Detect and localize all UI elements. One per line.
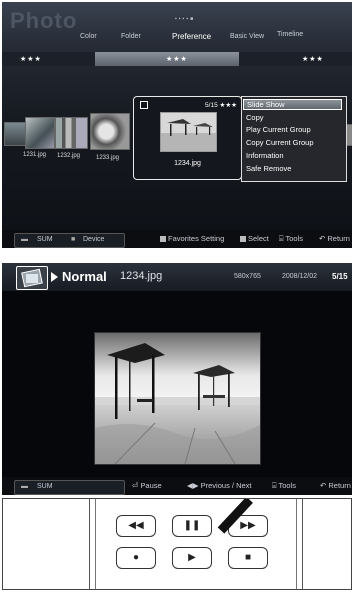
thumbnail-image[interactable] xyxy=(25,117,55,149)
sum-device-selector[interactable]: ▬ SUM ■ Device xyxy=(14,233,125,248)
tools-icon: ⌸ xyxy=(272,481,277,490)
rating-right: ★★★ xyxy=(302,56,324,63)
tab-preference[interactable]: Preference xyxy=(172,32,211,41)
rating-bar: ★★★ ★★★ ★★★ xyxy=(2,52,352,66)
play-icon: ▶ xyxy=(188,552,196,563)
slideshow-bottom-bar: ▬ SUM ⏎ Pause ◀▶ Previous / Next ⌸ Tools… xyxy=(2,477,352,495)
prevnext-hint[interactable]: ◀▶ Previous / Next xyxy=(187,481,252,490)
return-hint[interactable]: ↶ Return xyxy=(319,234,350,243)
tab-folder[interactable]: Folder xyxy=(121,33,141,40)
menu-item-copy-current-group[interactable]: Copy Current Group xyxy=(246,138,314,147)
device-label: Device xyxy=(83,236,105,243)
sum-icon: ▬ xyxy=(21,483,28,490)
menu-item-safe-remove[interactable]: Safe Remove xyxy=(246,164,291,173)
remote-body-inner xyxy=(95,499,297,589)
remote-illustration: ◀◀ ❚❚ ▶▶ ● ▶ ■ xyxy=(2,498,352,590)
app-title: Photo xyxy=(10,8,78,33)
thumbnail-image[interactable] xyxy=(55,117,88,149)
image-counter: 5/15 xyxy=(332,272,348,281)
return-hint[interactable]: ↶ Return xyxy=(320,481,351,490)
select-checkbox[interactable] xyxy=(140,101,148,109)
displayed-photo xyxy=(94,332,261,465)
device-icon: ■ xyxy=(71,236,76,243)
menu-item-information[interactable]: Information xyxy=(246,151,284,160)
record-button[interactable]: ● xyxy=(116,547,156,569)
thumbnail-label: 1233.jpg xyxy=(96,155,120,161)
tools-icon: ⌸ xyxy=(279,234,284,243)
rating-mid: ★★★ xyxy=(166,56,188,63)
menu-item-slide-show[interactable]: Slide Show xyxy=(243,99,342,110)
slideshow-header: Normal 1234.jpg 580x765 2008/12/02 5/15 xyxy=(2,263,352,291)
favorites-hint[interactable]: Favorites Setting xyxy=(160,234,224,243)
tools-hint[interactable]: ⌸ Tools xyxy=(279,234,303,244)
tools-menu: Slide Show Copy Play Current Group Copy … xyxy=(241,96,347,182)
pause-button-icon: ⏎ xyxy=(132,481,139,490)
item-counter: 5/15 ★★★ xyxy=(205,102,237,109)
yellow-button-icon xyxy=(240,236,246,242)
pause-icon: ❚❚ xyxy=(183,520,201,531)
rewind-button[interactable]: ◀◀ xyxy=(116,515,156,537)
image-date: 2008/12/02 xyxy=(282,273,318,280)
left-right-arrows-icon: ◀▶ xyxy=(187,481,199,490)
selected-filename: 1234.jpg xyxy=(174,160,201,167)
stop-button[interactable]: ■ xyxy=(228,547,268,569)
thumbnail-label: 1231.jpg xyxy=(23,152,47,158)
select-hint[interactable]: Select xyxy=(240,234,269,243)
pause-button[interactable]: ❚❚ xyxy=(172,515,212,537)
bottom-bar: ▬ SUM ■ Device Favorites Setting Select … xyxy=(2,230,352,248)
rating-left: ★★★ xyxy=(20,56,42,63)
sum-label: SUM xyxy=(37,236,53,243)
sum-icon: ▬ xyxy=(21,236,28,243)
play-button[interactable]: ▶ xyxy=(172,547,212,569)
thumbnail-image[interactable] xyxy=(4,122,26,146)
tab-basic-view[interactable]: Basic View xyxy=(230,33,264,40)
thumbnail-label: 1232.jpg xyxy=(57,153,81,159)
image-resolution: 580x765 xyxy=(234,273,261,280)
tab-timeline[interactable]: Timeline xyxy=(277,31,303,38)
current-filename: 1234.jpg xyxy=(120,270,163,282)
slideshow-mode: Normal xyxy=(62,269,107,284)
menu-item-play-current-group[interactable]: Play Current Group xyxy=(246,125,311,134)
sum-selector[interactable]: ▬ SUM xyxy=(14,480,125,495)
photo-app-icon xyxy=(16,266,48,290)
stop-icon: ■ xyxy=(244,552,252,563)
tools-hint[interactable]: ⌸ Tools xyxy=(272,481,296,491)
slideshow-screen: Normal 1234.jpg 580x765 2008/12/02 5/15 xyxy=(2,263,352,495)
beach-thumbnail xyxy=(160,112,217,152)
tab-color[interactable]: Color xyxy=(80,33,97,40)
sum-label: SUM xyxy=(37,483,53,490)
photo-browser-screen: Photo ▪▪▪▪■ Color Folder Preference Basi… xyxy=(2,2,352,248)
selected-thumbnail[interactable]: 5/15 ★★★ 1234.jpg xyxy=(133,96,242,180)
blue-button-icon xyxy=(160,236,166,242)
play-icon xyxy=(51,272,58,282)
menu-item-copy[interactable]: Copy xyxy=(246,113,264,122)
rewind-icon: ◀◀ xyxy=(128,520,144,531)
thumbnail-image[interactable] xyxy=(90,113,130,150)
pause-hint[interactable]: ⏎ Pause xyxy=(132,481,162,490)
page-dots: ▪▪▪▪■ xyxy=(175,16,196,22)
return-icon: ↶ xyxy=(320,481,327,490)
return-icon: ↶ xyxy=(319,234,326,243)
record-icon: ● xyxy=(132,552,140,563)
